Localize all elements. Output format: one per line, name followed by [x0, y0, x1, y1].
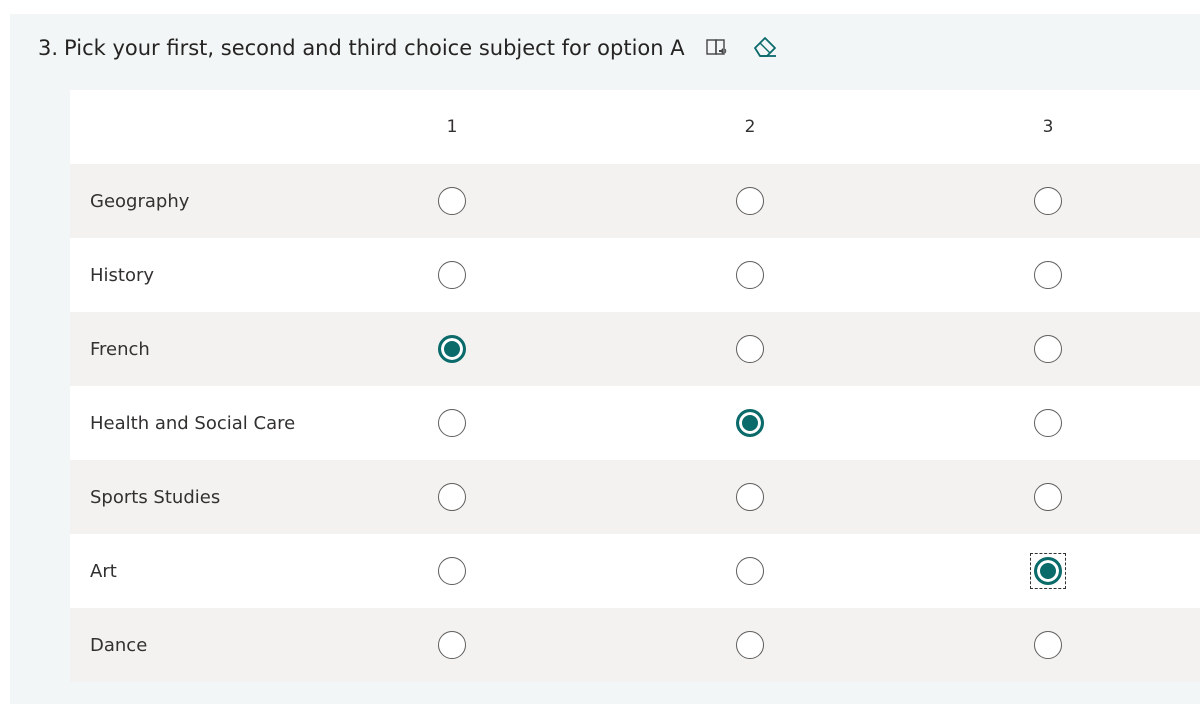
- column-header-3: 3: [1042, 117, 1054, 137]
- radio-cell: [1028, 551, 1068, 591]
- radio-cell: [432, 403, 472, 443]
- radio-button[interactable]: [438, 187, 466, 215]
- radio-button[interactable]: [438, 335, 466, 363]
- radio-button[interactable]: [1034, 261, 1062, 289]
- radio-cell: [1028, 255, 1068, 295]
- radio-cell: [730, 551, 770, 591]
- column-header-2: 2: [744, 117, 756, 137]
- radio-button[interactable]: [438, 631, 466, 659]
- table-row: Sports Studies: [70, 460, 1200, 534]
- radio-cell: [730, 477, 770, 517]
- grid-header-row: 1 2 3: [70, 90, 1200, 164]
- table-row: Health and Social Care: [70, 386, 1200, 460]
- row-label: Sports Studies: [90, 486, 221, 508]
- question-title: Pick your first, second and third choice…: [64, 36, 685, 60]
- radio-cell: [1028, 625, 1068, 665]
- radio-cell: [1028, 477, 1068, 517]
- radio-button[interactable]: [736, 631, 764, 659]
- radio-button[interactable]: [438, 261, 466, 289]
- eraser-icon[interactable]: [751, 34, 779, 62]
- row-label: History: [90, 264, 155, 286]
- radio-button[interactable]: [438, 557, 466, 585]
- radio-cell: [1028, 403, 1068, 443]
- column-header-1: 1: [446, 117, 458, 137]
- row-label: French: [90, 338, 150, 360]
- radio-cell: [730, 403, 770, 443]
- table-row: History: [70, 238, 1200, 312]
- radio-cell: [432, 329, 472, 369]
- immersive-reader-icon[interactable]: [705, 36, 729, 60]
- radio-cell: [1028, 329, 1068, 369]
- radio-button[interactable]: [438, 409, 466, 437]
- row-label: Dance: [90, 634, 148, 656]
- radio-button[interactable]: [736, 483, 764, 511]
- radio-button[interactable]: [1034, 187, 1062, 215]
- radio-cell: [730, 255, 770, 295]
- radio-cell: [432, 477, 472, 517]
- radio-button[interactable]: [1034, 335, 1062, 363]
- radio-cell: [730, 329, 770, 369]
- radio-cell: [432, 181, 472, 221]
- radio-button[interactable]: [736, 261, 764, 289]
- radio-button[interactable]: [438, 483, 466, 511]
- radio-cell: [432, 255, 472, 295]
- radio-button[interactable]: [1034, 557, 1062, 585]
- table-row: Dance: [70, 608, 1200, 682]
- question-card: 3. Pick your first, second and third cho…: [10, 14, 1200, 704]
- question-header: 3. Pick your first, second and third cho…: [38, 34, 779, 62]
- row-label: Health and Social Care: [90, 412, 296, 434]
- radio-button[interactable]: [1034, 631, 1062, 659]
- table-row: Art: [70, 534, 1200, 608]
- radio-cell: [432, 551, 472, 591]
- radio-cell: [730, 625, 770, 665]
- row-label: Art: [90, 560, 117, 582]
- radio-cell: [1028, 181, 1068, 221]
- table-row: French: [70, 312, 1200, 386]
- radio-button[interactable]: [736, 409, 764, 437]
- radio-cell: [432, 625, 472, 665]
- row-label: Geography: [90, 190, 190, 212]
- radio-button[interactable]: [736, 187, 764, 215]
- likert-grid: 1 2 3 Geography History French Health and S…: [70, 90, 1200, 682]
- radio-button[interactable]: [1034, 409, 1062, 437]
- radio-button[interactable]: [1034, 483, 1062, 511]
- question-number: 3.: [38, 36, 59, 60]
- table-row: Geography: [70, 164, 1200, 238]
- radio-button[interactable]: [736, 335, 764, 363]
- radio-cell: [730, 181, 770, 221]
- radio-button[interactable]: [736, 557, 764, 585]
- focus-ring: [1030, 553, 1066, 589]
